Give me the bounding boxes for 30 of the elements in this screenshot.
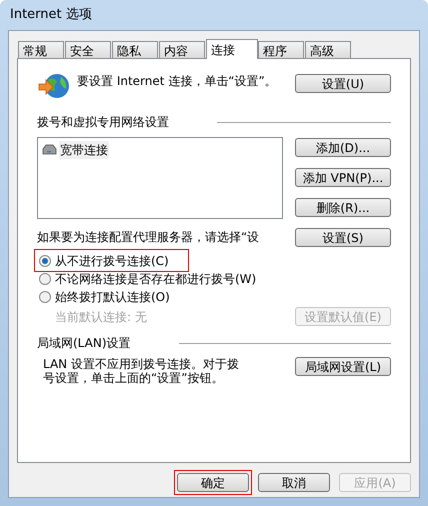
default-connection-text: 当前默认连接: 无 xyxy=(54,308,147,326)
section-heading: 局域网(LAN)设置 xyxy=(37,335,131,352)
radio-label: 不论网络连接是否存在都进行拨号(W) xyxy=(55,270,256,288)
proxy-settings-button[interactable]: 设置(S) xyxy=(295,228,391,247)
lan-text: LAN 设置不应用到拨号连接。对于拨号设置，单击上面的“设置”按钮。 xyxy=(42,357,240,385)
lan-settings-button[interactable]: 局域网设置(L) xyxy=(295,357,391,376)
dialup-button[interactable]: 删除(R)... xyxy=(295,198,391,217)
dialup-button[interactable]: 添加 VPN(P)... xyxy=(295,168,391,187)
radio-button[interactable] xyxy=(39,272,51,284)
section-heading: 拨号和虚拟专用网络设置 xyxy=(37,114,169,131)
tab[interactable]: 程序 xyxy=(258,41,304,58)
radio-label: 始终拨打默认连接(O) xyxy=(55,288,170,306)
tab[interactable]: 内容 xyxy=(159,41,205,58)
setup-button[interactable]: 设置(U) xyxy=(295,74,391,93)
tab[interactable]: 高级 xyxy=(305,41,351,58)
tab[interactable]: 连接 xyxy=(206,39,258,59)
setup-text: 要设置 Internet 连接，单击“设置”。 xyxy=(77,74,277,88)
modem-icon xyxy=(41,144,57,156)
proxy-text: 如果要为连接配置代理服务器，请选择“设 xyxy=(37,229,260,246)
radio-button[interactable] xyxy=(39,290,51,302)
window-title: Internet 选项 xyxy=(10,6,92,24)
radio-label: 从不进行拨号连接(C) xyxy=(55,252,169,270)
radio-button[interactable] xyxy=(39,254,51,266)
tab[interactable]: 隐私 xyxy=(112,41,158,58)
tab[interactable]: 常规 xyxy=(18,41,64,58)
dialup-button[interactable]: 添加(D)... xyxy=(295,138,391,157)
dialog-button[interactable]: 确定 xyxy=(177,473,249,492)
dialog-button[interactable]: 取消 xyxy=(258,473,330,492)
connection-item[interactable]: 宽带连接 xyxy=(59,141,109,159)
tab[interactable]: 安全 xyxy=(65,41,111,58)
